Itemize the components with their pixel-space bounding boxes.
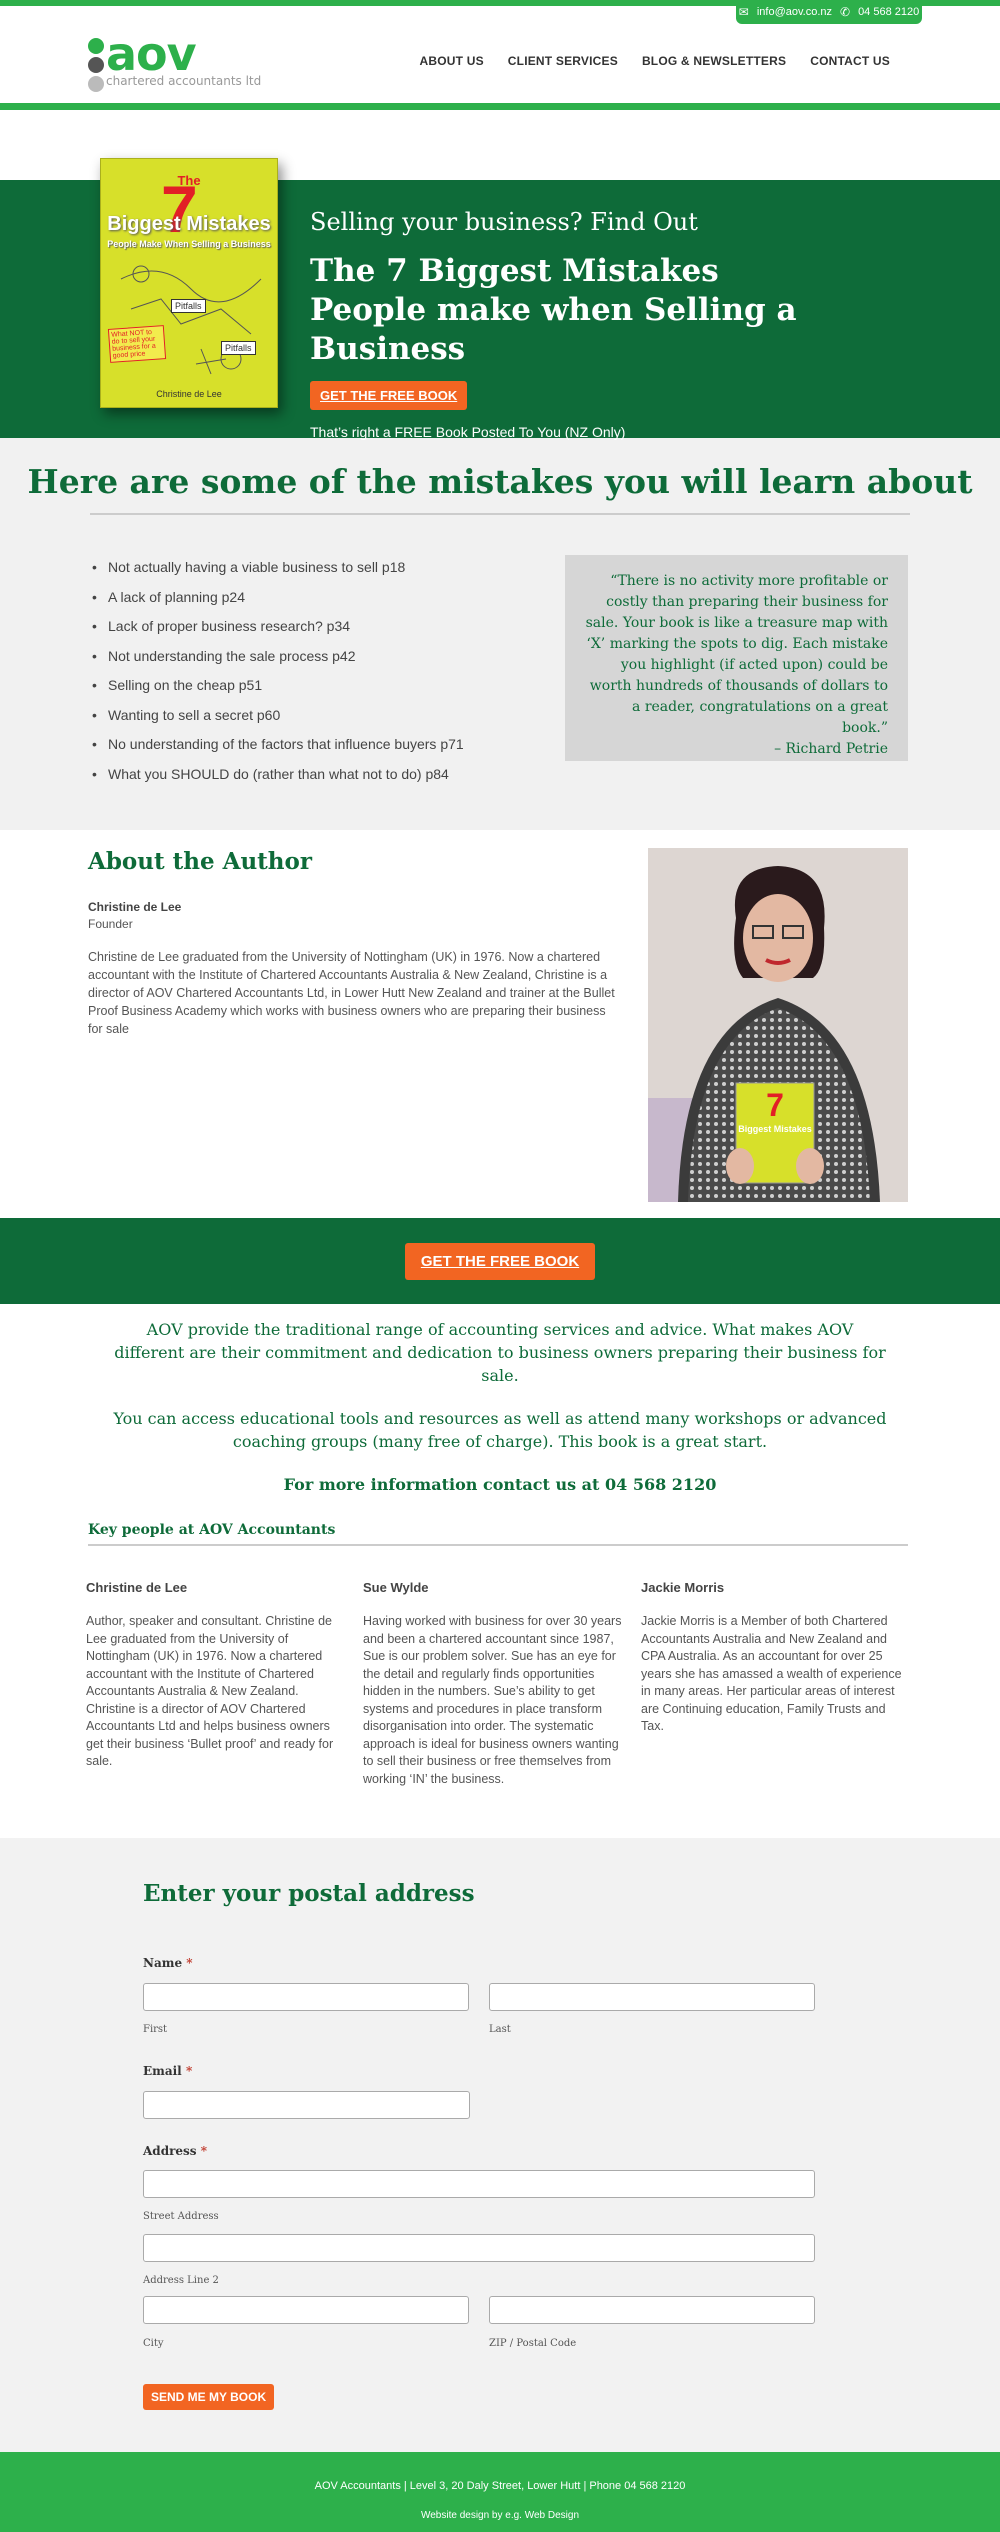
mistakes-heading: Here are some of the mistakes you will l… (27, 462, 973, 501)
list-item: Lack of proper business research? p34 (88, 612, 464, 642)
person-card: Christine de Lee Author, speaker and con… (86, 1580, 348, 1771)
blurb-contact: For more information contact us at 04 56… (283, 1475, 717, 1494)
cta-get-book-button[interactable]: GET THE FREE BOOK (404, 1242, 596, 1280)
list-item: A lack of planning p24 (88, 583, 464, 613)
photo-book-title: Biggest Mistakes (738, 1124, 812, 1134)
book-author: Christine de Lee (156, 389, 222, 399)
zip-sublabel: ZIP / Postal Code (489, 2338, 577, 2349)
person-card: Jackie Morris Jackie Morris is a Member … (641, 1580, 903, 1736)
zip-field[interactable] (489, 2296, 815, 2324)
person-card: Sue Wylde Having worked with business fo… (363, 1580, 625, 1788)
postal-address-form: Enter your postal address Name * First L… (0, 1838, 1000, 2452)
author-heading: About the Author (88, 848, 312, 875)
heading-divider (90, 513, 910, 515)
logo-dots (88, 38, 104, 92)
logo-dot-dark (88, 57, 104, 73)
mistakes-section: Here are some of the mistakes you will l… (0, 438, 1000, 830)
hero-title: The 7 Biggest Mistakes People make when … (310, 253, 797, 367)
email-label: Email * (143, 2064, 193, 2078)
hero-banner: The 7 Biggest Mistakes People Make When … (0, 158, 1000, 440)
logo-subtitle: chartered accountants ltd (106, 74, 262, 88)
book-note: What NOT to do to sell your business for… (107, 325, 167, 363)
person-description: Having worked with business for over 30 … (363, 1614, 622, 1786)
nav-contact-us[interactable]: CONTACT US (810, 54, 890, 68)
blurb-paragraph-2: You can access educational tools and res… (113, 1409, 887, 1451)
hero-note: That’s right a FREE Book Posted To You (… (310, 424, 626, 440)
list-item: Not understanding the sale process p42 (88, 642, 464, 672)
person-description: Jackie Morris is a Member of both Charte… (641, 1614, 902, 1733)
footer-address: AOV Accountants | Level 3, 20 Daly Stree… (314, 2480, 686, 2492)
logo-dot-green (88, 38, 104, 54)
person-description: Author, speaker and consultant. Christin… (86, 1614, 334, 1768)
book-subtitle: People Make When Selling a Business (107, 239, 271, 249)
logo-dot-grey (88, 76, 104, 92)
name-label: Name * (143, 1956, 193, 1970)
hero-text: Selling your business? Find Out The 7 Bi… (310, 208, 830, 440)
send-book-button[interactable]: SEND ME MY BOOK (143, 2384, 275, 2410)
list-item: Not actually having a viable business to… (88, 553, 464, 583)
city-sublabel: City (143, 2338, 164, 2349)
list-item: No understanding of the factors that inf… (88, 730, 464, 760)
first-name-field[interactable] (143, 1983, 469, 2011)
key-people-heading: Key people at AOV Accountants (88, 1522, 336, 1538)
key-people-divider (88, 1544, 908, 1546)
quote-author: – Richard Petrie (774, 741, 888, 757)
logo[interactable]: aov chartered accountants ltd (88, 27, 262, 92)
testimonial-quote: “There is no activity more profitable or… (565, 555, 908, 761)
quote-text: “There is no activity more profitable or… (585, 573, 888, 736)
author-role: Founder (88, 917, 133, 931)
book-cover-image: The 7 Biggest Mistakes People Make When … (100, 158, 278, 408)
logo-word: aov (106, 27, 197, 81)
email-field[interactable] (143, 2091, 470, 2119)
person-name: Sue Wylde (363, 1580, 429, 1595)
site-footer: AOV Accountants | Level 3, 20 Daly Stree… (0, 2452, 1000, 2532)
site-header: aov chartered accountants ltd ABOUT US C… (0, 6, 1000, 110)
hero-get-book-button[interactable]: GET THE FREE BOOK (310, 381, 468, 410)
author-photo-illustration: 7 Biggest Mistakes (648, 848, 908, 1202)
street-sublabel: Street Address (143, 2211, 219, 2222)
form-heading: Enter your postal address (143, 1880, 475, 1907)
street-address-field[interactable] (143, 2170, 815, 2198)
hero-kicker: Selling your business? Find Out (310, 208, 698, 236)
book-title: Biggest Mistakes (107, 213, 271, 235)
person-name: Jackie Morris (641, 1580, 725, 1595)
nav-blog-newsletters[interactable]: BLOG & NEWSLETTERS (642, 54, 786, 68)
city-field[interactable] (143, 2296, 469, 2324)
list-item: Selling on the cheap p51 (88, 671, 464, 701)
person-name: Christine de Lee (86, 1580, 188, 1595)
author-photo: 7 Biggest Mistakes (648, 848, 908, 1202)
last-name-field[interactable] (489, 1983, 815, 2011)
book-sign-2: Pitfalls (221, 341, 256, 355)
nav-about-us[interactable]: ABOUT US (420, 54, 484, 68)
author-name: Christine de Lee (88, 900, 182, 914)
author-bio: Christine de Lee graduated from the Univ… (88, 950, 615, 1036)
list-item: What you SHOULD do (rather than what not… (88, 760, 464, 790)
nav-client-services[interactable]: CLIENT SERVICES (508, 54, 618, 68)
cta-band: GET THE FREE BOOK (0, 1218, 1000, 1304)
company-blurb: AOV provide the traditional range of acc… (0, 1304, 1000, 1496)
photo-book-seven: 7 (766, 1087, 784, 1123)
blurb-paragraph-1: AOV provide the traditional range of acc… (114, 1320, 886, 1385)
first-sublabel: First (143, 2024, 168, 2035)
main-nav: ABOUT US CLIENT SERVICES BLOG & NEWSLETT… (420, 54, 890, 68)
footer-credit[interactable]: Website design by e.g. Web Design (0, 2510, 1000, 2521)
key-people-section: Key people at AOV Accountants Christine … (0, 1516, 1000, 1838)
about-author-section: About the Author Christine de Lee Founde… (0, 830, 1000, 1218)
address-label: Address * (143, 2144, 208, 2158)
line2-sublabel: Address Line 2 (143, 2275, 219, 2286)
book-sign-1: Pitfalls (171, 299, 206, 313)
list-item: Wanting to sell a secret p60 (88, 701, 464, 731)
last-sublabel: Last (489, 2024, 511, 2035)
mistakes-list: Not actually having a viable business to… (88, 553, 464, 789)
address-line-2-field[interactable] (143, 2234, 815, 2262)
